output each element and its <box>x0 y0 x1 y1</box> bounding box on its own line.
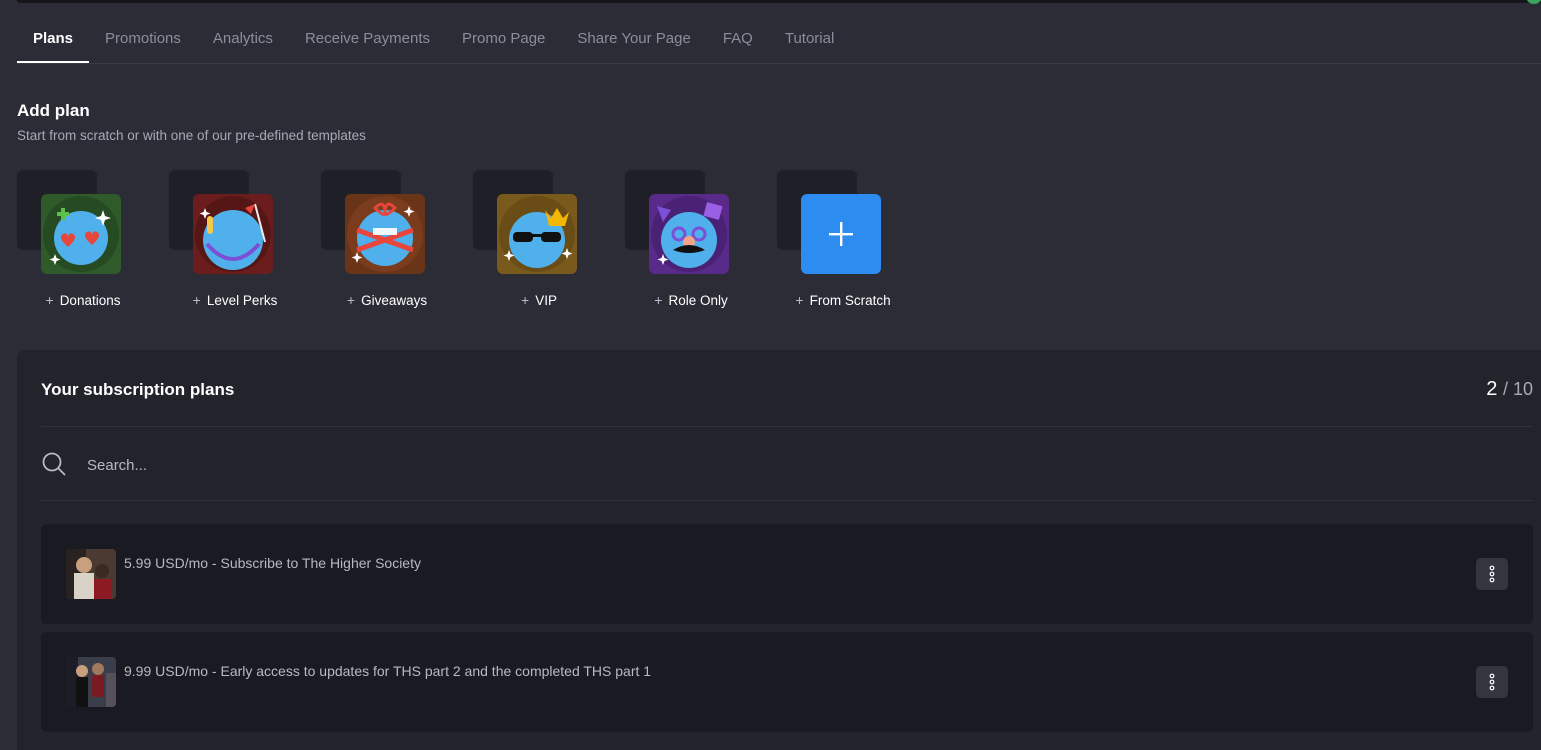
plan-menu-button[interactable] <box>1476 558 1508 590</box>
template-label: + Giveaways <box>346 292 428 308</box>
tab-receive-payments[interactable]: Receive Payments <box>289 16 446 62</box>
plan-menu-button[interactable] <box>1476 666 1508 698</box>
search-input[interactable] <box>85 449 689 481</box>
plan-count-current: 2 <box>1486 378 1498 400</box>
more-vertical-icon <box>1489 565 1495 583</box>
plan-row[interactable]: 5.99 USD/mo - Subscribe to The Higher So… <box>41 524 1533 624</box>
scratch-tile <box>801 194 881 274</box>
tab-plans[interactable]: Plans <box>17 16 90 63</box>
tab-bar: Plans Promotions Analytics Receive Payme… <box>17 16 1541 64</box>
template-giveaways[interactable]: + Giveaways <box>321 170 441 310</box>
plan-row[interactable]: 9.99 USD/mo - Early access to updates fo… <box>41 632 1533 732</box>
template-label: + From Scratch <box>795 292 891 308</box>
template-vip[interactable]: + VIP <box>473 170 593 310</box>
tab-analytics[interactable]: Analytics <box>197 16 289 62</box>
plus-icon: + <box>346 292 356 308</box>
search-icon <box>42 452 66 476</box>
template-donations[interactable]: + Donations <box>17 170 137 310</box>
tab-tutorial[interactable]: Tutorial <box>769 16 850 62</box>
subscription-plans-title: Your subscription plans <box>41 380 235 399</box>
plan-count: 2 / 10 <box>1486 378 1533 401</box>
add-plan-title: Add plan <box>17 101 90 120</box>
template-list: + Donations + Level Perks + Giveaways + … <box>17 170 917 310</box>
search-bar <box>41 426 1533 501</box>
tab-share-your-page[interactable]: Share Your Page <box>561 16 706 62</box>
plus-icon: + <box>795 292 804 308</box>
template-label: + VIP <box>521 292 557 308</box>
role-only-blob-icon <box>649 194 729 274</box>
giveaways-blob-icon <box>345 194 425 274</box>
plus-icon: + <box>192 292 201 308</box>
template-label: + Donations <box>45 292 121 308</box>
template-level-perks[interactable]: + Level Perks <box>169 170 289 310</box>
plan-description: 5.99 USD/mo - Subscribe to The Higher So… <box>124 555 421 571</box>
tab-faq[interactable]: FAQ <box>707 16 769 62</box>
tab-promo-page[interactable]: Promo Page <box>446 16 561 62</box>
plus-icon: + <box>521 292 530 308</box>
subscription-plans-panel: Your subscription plans 2 / 10 5.99 USD/… <box>17 350 1541 750</box>
tab-promotions[interactable]: Promotions <box>89 16 197 62</box>
plus-icon: + <box>45 292 54 308</box>
level-perks-blob-icon <box>193 194 273 274</box>
plan-thumbnail <box>66 549 116 599</box>
add-plan-subtitle: Start from scratch or with one of our pr… <box>17 128 366 143</box>
template-label: + Role Only <box>654 292 728 308</box>
more-vertical-icon <box>1489 673 1495 691</box>
plus-icon: + <box>654 292 663 308</box>
template-label: + Level Perks <box>192 292 278 308</box>
donations-blob-icon <box>41 194 121 274</box>
template-role-only[interactable]: + Role Only <box>625 170 745 310</box>
top-bar-edge <box>17 0 1541 3</box>
plan-count-max: / 10 <box>1502 379 1533 399</box>
vip-blob-icon <box>497 194 577 274</box>
template-from-scratch[interactable]: + From Scratch <box>777 170 897 310</box>
plan-thumbnail <box>66 657 116 707</box>
status-dot <box>1527 0 1541 4</box>
plan-description: 9.99 USD/mo - Early access to updates fo… <box>124 663 652 679</box>
plus-icon <box>829 222 853 246</box>
